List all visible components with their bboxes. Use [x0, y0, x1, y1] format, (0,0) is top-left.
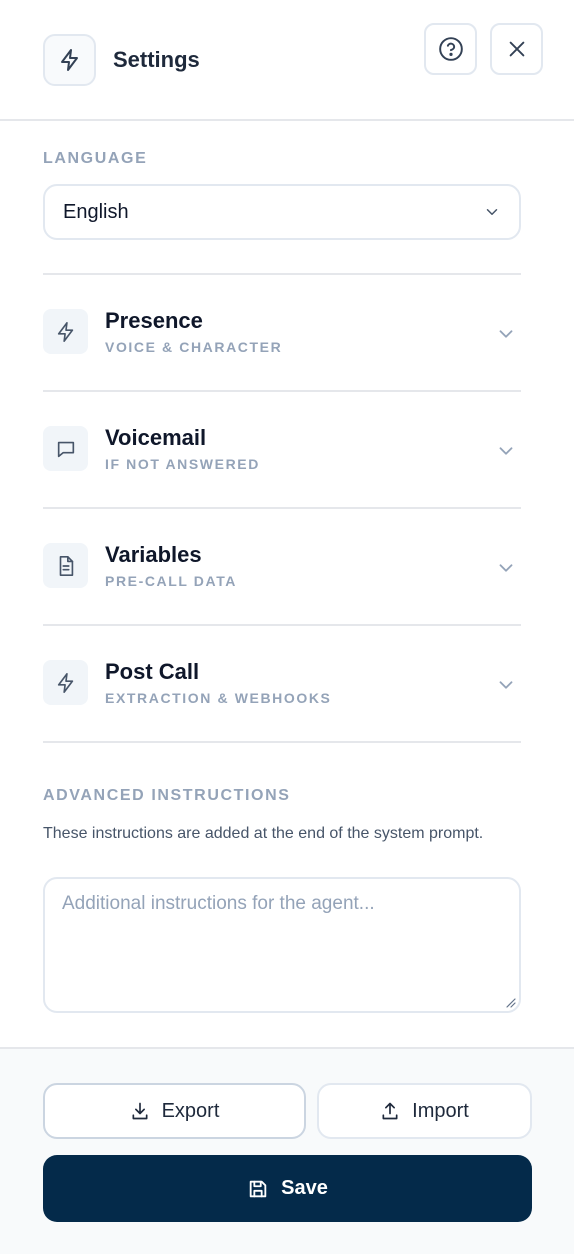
import-label: Import: [412, 1099, 469, 1122]
section-title: Presence: [105, 308, 203, 333]
lightning-icon: [43, 660, 88, 705]
export-button[interactable]: Export: [43, 1083, 306, 1139]
section-subtitle: VOICE & CHARACTER: [105, 339, 283, 355]
section-title: Post Call: [105, 659, 200, 684]
close-icon: [509, 41, 524, 57]
save-icon: [249, 1180, 267, 1197]
chevron-down-icon: [499, 330, 513, 338]
chevron-down-icon: [499, 681, 513, 689]
chevron-down-icon: [499, 447, 513, 455]
section-post-call[interactable]: Post Call EXTRACTION & WEBHOOKS: [43, 624, 521, 741]
file-text-icon: [43, 543, 88, 588]
section-title: Voicemail: [105, 425, 207, 450]
chevron-down-icon: [499, 564, 513, 572]
message-square-icon: [43, 426, 88, 471]
section-presence[interactable]: Presence VOICE & CHARACTER: [43, 273, 521, 390]
language-label: LANGUAGE: [43, 150, 148, 167]
advanced-instructions-input[interactable]: [43, 877, 521, 1013]
advanced-label: ADVANCED INSTRUCTIONS: [43, 787, 291, 804]
download-icon: [132, 1102, 148, 1120]
footer: Export Import Save: [0, 1047, 574, 1254]
chevron-down-icon: [486, 209, 498, 215]
resize-handle-icon[interactable]: [506, 998, 516, 1008]
section-title: Variables: [105, 542, 202, 567]
section-subtitle: EXTRACTION & WEBHOOKS: [105, 690, 332, 706]
export-label: Export: [161, 1099, 220, 1122]
save-button[interactable]: Save: [43, 1155, 532, 1222]
upload-icon: [382, 1102, 398, 1120]
language-select[interactable]: English: [43, 184, 521, 240]
lightning-icon: [43, 309, 88, 354]
section-subtitle: PRE-CALL DATA: [105, 573, 238, 589]
help-button[interactable]: [424, 23, 477, 75]
page-title: Settings: [113, 47, 200, 72]
advanced-description: These instructions are added at the end …: [43, 825, 484, 842]
help-circle-icon: [438, 37, 463, 61]
section-voicemail[interactable]: Voicemail IF NOT ANSWERED: [43, 390, 521, 507]
settings-header: Settings: [0, 0, 574, 121]
divider: [43, 741, 521, 743]
save-label: Save: [281, 1177, 328, 1199]
close-button[interactable]: [490, 23, 543, 75]
import-button[interactable]: Import: [317, 1083, 532, 1139]
lightning-icon: [43, 34, 96, 86]
section-subtitle: IF NOT ANSWERED: [105, 456, 260, 472]
language-value: English: [63, 200, 129, 223]
section-variables[interactable]: Variables PRE-CALL DATA: [43, 507, 521, 624]
